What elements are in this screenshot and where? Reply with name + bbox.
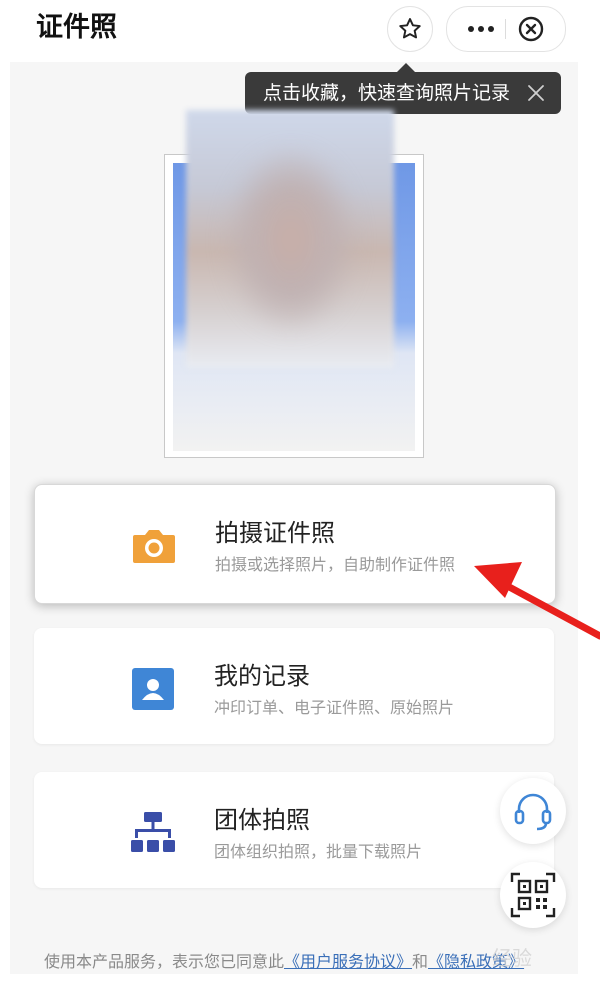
qr-code-button[interactable] [500, 862, 566, 928]
page-title: 证件照 [36, 12, 117, 43]
card-title: 团体拍照 [214, 806, 310, 834]
tooltip-text: 点击收藏，快速查询照片记录 [263, 82, 511, 104]
watermark: 经验 [492, 946, 532, 970]
card-title: 拍摄证件照 [215, 519, 335, 547]
customer-service-button[interactable] [500, 778, 566, 844]
org-chart-icon [131, 812, 175, 852]
group-photo-card[interactable]: 团体拍照 团体组织拍照，批量下载照片 [34, 772, 554, 888]
more-button[interactable] [463, 7, 499, 51]
more-dots-icon [468, 26, 474, 32]
footer-prefix: 使用本产品服务，表示您已同意此 [44, 952, 285, 971]
qr-code-icon [510, 872, 556, 918]
user-agreement-link[interactable]: 《用户服务协议》 [284, 952, 412, 971]
card-description: 拍摄或选择照片，自助制作证件照 [215, 555, 456, 574]
card-description: 冲印订单、电子证件照、原始照片 [214, 698, 455, 717]
tooltip-arrow [397, 63, 415, 72]
user-card-icon [132, 668, 174, 710]
footer-connector: 和 [412, 952, 429, 971]
app-frame: 证件照 点击收藏，快速查询照片记录 拍摄证件照 拍摄或选择照片，自助制作证件照 … [0, 0, 600, 1000]
star-outline-icon [399, 18, 421, 39]
agreement-footer: 使用本产品服务，表示您已同意此《用户服务协议》和《隐私政策》 [44, 948, 524, 972]
close-icon[interactable] [527, 84, 545, 102]
miniprogram-capsule [446, 6, 566, 52]
headset-icon [514, 793, 552, 831]
capsule-divider [505, 19, 506, 39]
favorite-tooltip: 点击收藏，快速查询照片记录 [245, 63, 561, 114]
card-title: 我的记录 [214, 662, 310, 690]
blurred-head [226, 150, 356, 330]
my-records-card[interactable]: 我的记录 冲印订单、电子证件照、原始照片 [34, 628, 554, 744]
card-description: 团体组织拍照，批量下载照片 [214, 842, 423, 861]
take-id-photo-card[interactable]: 拍摄证件照 拍摄或选择照片，自助制作证件照 [34, 484, 556, 604]
camera-icon [133, 530, 175, 563]
close-circle-icon[interactable] [517, 15, 545, 43]
favorite-button[interactable] [387, 6, 433, 52]
